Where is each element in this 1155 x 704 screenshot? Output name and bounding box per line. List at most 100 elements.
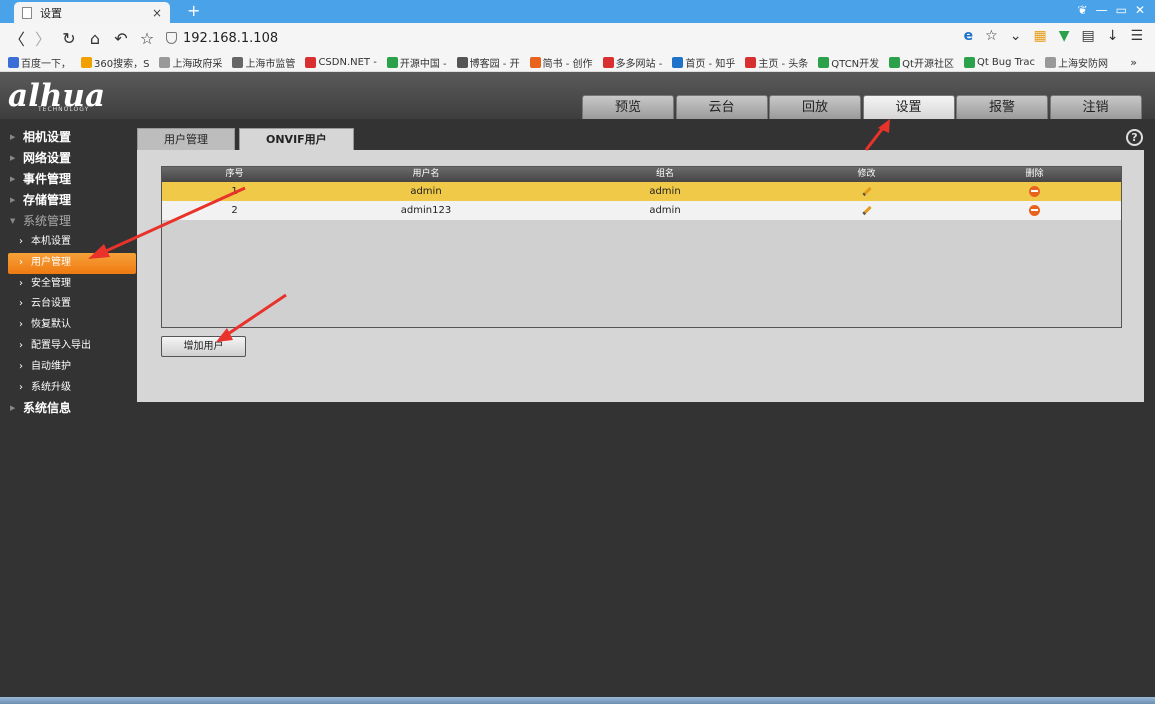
- bookmark-item[interactable]: 博客园 - 开: [456, 55, 520, 70]
- bookmark-item[interactable]: Qt开源社区: [889, 55, 954, 70]
- bookmark-item[interactable]: CSDN.NET -: [305, 56, 377, 68]
- security-icon[interactable]: ▼: [1059, 28, 1070, 44]
- browser-tab[interactable]: 设置 ×: [14, 2, 170, 23]
- reader-icon[interactable]: ▤: [1081, 28, 1094, 44]
- star-icon[interactable]: ☆: [136, 29, 158, 48]
- chevron-down-icon[interactable]: ⌄: [1010, 28, 1022, 44]
- back-icon[interactable]: 〈: [6, 26, 28, 50]
- bookmark-label: 上海政府采: [172, 58, 223, 70]
- help-icon[interactable]: ?: [1126, 129, 1143, 146]
- cell-index: 1: [231, 186, 238, 197]
- bookmark-item[interactable]: 百度一下，: [8, 55, 71, 70]
- tab-user-management[interactable]: 用户管理: [137, 128, 235, 150]
- chevron-right-icon: ›: [19, 236, 23, 247]
- table-row[interactable]: 1 admin admin: [162, 182, 1121, 201]
- bookmark-item[interactable]: 多多网站 -: [602, 55, 662, 70]
- sidebar-item-user-management[interactable]: › 用户管理: [8, 252, 136, 274]
- sidebar-section-event[interactable]: ▶ 事件管理: [0, 169, 136, 190]
- sidebar-section-system-info[interactable]: ▶ 系统信息: [0, 398, 136, 419]
- sidebar-item-restore-default[interactable]: › 恢复默认: [0, 315, 136, 336]
- triangle-right-icon: ▶: [10, 133, 16, 141]
- sidebar-section-camera[interactable]: ▶ 相机设置: [0, 127, 136, 148]
- skin-icon[interactable]: ❦: [1078, 3, 1088, 17]
- bookmark-favicon-icon: [8, 56, 19, 68]
- bookmark-item[interactable]: 上海市监管: [232, 55, 295, 70]
- taskbar: [0, 697, 1155, 704]
- sidebar-item-label: 自动维护: [31, 360, 71, 372]
- bookmark-favicon-icon: [745, 56, 757, 68]
- sidebar-item-system-upgrade[interactable]: › 系统升级: [0, 378, 136, 399]
- ie-icon[interactable]: e: [964, 28, 974, 44]
- close-icon[interactable]: ×: [152, 6, 162, 20]
- logo-subtitle: TECHNOLOGY: [38, 106, 90, 113]
- sidebar-item-label: 本机设置: [31, 236, 71, 247]
- triangle-right-icon: ▶: [10, 196, 16, 204]
- bookmark-item[interactable]: 上海政府采: [159, 55, 222, 70]
- add-user-button[interactable]: 增加用户: [161, 336, 246, 357]
- edit-pencil-icon[interactable]: [861, 205, 872, 215]
- sidebar-item-security[interactable]: › 安全管理: [0, 274, 136, 295]
- bookmark-label: 上海市监管: [245, 58, 296, 70]
- new-tab-button[interactable]: +: [187, 1, 200, 20]
- sidebar-section-system[interactable]: ▼ 系统管理: [0, 211, 136, 232]
- bookmarks-bar: 百度一下， 360搜索，S 上海政府采 上海市监管 CSDN.NET - 开源中国 - 博客…: [0, 53, 1155, 72]
- edit-pencil-icon[interactable]: [861, 186, 872, 196]
- main-tab-settings[interactable]: 设置: [862, 95, 955, 119]
- favorite-star-icon[interactable]: ☆: [985, 28, 998, 44]
- undo-icon[interactable]: ↶: [110, 29, 132, 48]
- main-tab-logout[interactable]: 注销: [1049, 95, 1142, 119]
- delete-icon[interactable]: [1029, 204, 1040, 216]
- maximize-icon[interactable]: ▭: [1116, 3, 1127, 17]
- forward-icon[interactable]: 〉: [32, 26, 54, 50]
- bookmark-item[interactable]: Qt Bug Trac: [963, 56, 1035, 68]
- sidebar-item-ptz-settings[interactable]: › 云台设置: [0, 294, 136, 315]
- home-icon[interactable]: ⌂: [84, 29, 106, 48]
- browser-tab-title: 设置: [40, 6, 62, 20]
- sidebar-item-label: 安全管理: [31, 277, 71, 289]
- bookmark-label: Qt开源社区: [902, 58, 954, 70]
- bookmark-label: 简书 - 创作: [542, 58, 593, 70]
- header-username: 用户名: [412, 169, 440, 179]
- main-tab-alarm[interactable]: 报警: [956, 95, 1048, 119]
- chevron-right-icon: ›: [19, 319, 23, 331]
- sidebar-section-network[interactable]: ▶ 网络设置: [0, 148, 136, 169]
- main-tab-ptz[interactable]: 云台: [675, 95, 768, 119]
- sidebar-item-config-import-export[interactable]: › 配置导入导出: [0, 336, 136, 357]
- main-tab-preview[interactable]: 预览: [582, 95, 674, 119]
- delete-icon[interactable]: [1029, 185, 1040, 197]
- page-icon: [22, 6, 32, 19]
- reload-icon[interactable]: ↻: [58, 29, 80, 48]
- table-row[interactable]: 2 admin123 admin: [162, 201, 1121, 220]
- sidebar: ▶ 相机设置 ▶ 网络设置 ▶ 事件管理 ▶ 存储管理 ▼ 系统管理 › 本机设置 › 用户管理…: [0, 127, 136, 419]
- bookmark-item[interactable]: 首页 - 知乎: [672, 55, 735, 70]
- close-window-icon[interactable]: ✕: [1135, 3, 1145, 17]
- download-icon[interactable]: ↓: [1107, 28, 1119, 44]
- bookmark-item[interactable]: 主页 - 头条: [745, 55, 808, 70]
- browser-navbar: 〈 〉 ↻ ⌂ ↶ ☆ 192.168.1.108 e ☆ ⌄ ▦ ▼ ▤ ↓ …: [0, 23, 1155, 53]
- bookmark-label: 百度一下，: [21, 58, 71, 70]
- bookmark-item[interactable]: QTCN开发: [818, 55, 879, 70]
- bookmark-favicon-icon: [386, 56, 398, 68]
- bookmark-favicon-icon: [529, 56, 541, 68]
- bookmark-label: CSDN.NET -: [318, 56, 377, 68]
- menu-icon[interactable]: ☰: [1130, 28, 1143, 44]
- minimize-icon[interactable]: —: [1096, 3, 1108, 17]
- bookmark-favicon-icon: [672, 56, 684, 68]
- bookmark-item[interactable]: 上海安防网: [1045, 55, 1108, 70]
- apps-grid-icon[interactable]: ▦: [1033, 28, 1046, 44]
- header-group: 组名: [655, 169, 674, 179]
- triangle-right-icon: ▶: [10, 404, 16, 413]
- tab-onvif-user[interactable]: ONVIF用户: [239, 128, 354, 150]
- bookmark-item[interactable]: 简书 - 创作: [529, 55, 593, 70]
- bookmark-item[interactable]: 360搜索，S: [81, 55, 149, 70]
- bookmarks-more-icon[interactable]: »: [1130, 56, 1137, 69]
- sidebar-item-auto-maintain[interactable]: › 自动维护: [0, 357, 136, 378]
- main-nav: 预览 云台 回放 设置 报警 注销: [582, 95, 1142, 119]
- address-bar[interactable]: 192.168.1.108: [166, 31, 278, 46]
- bookmark-favicon-icon: [818, 56, 830, 68]
- cell-group: admin: [649, 186, 681, 197]
- main-tab-playback[interactable]: 回放: [769, 95, 861, 119]
- sidebar-section-storage[interactable]: ▶ 存储管理: [0, 190, 136, 211]
- bookmark-item[interactable]: 开源中国 -: [386, 55, 447, 70]
- sidebar-item-local-settings[interactable]: › 本机设置: [0, 232, 136, 253]
